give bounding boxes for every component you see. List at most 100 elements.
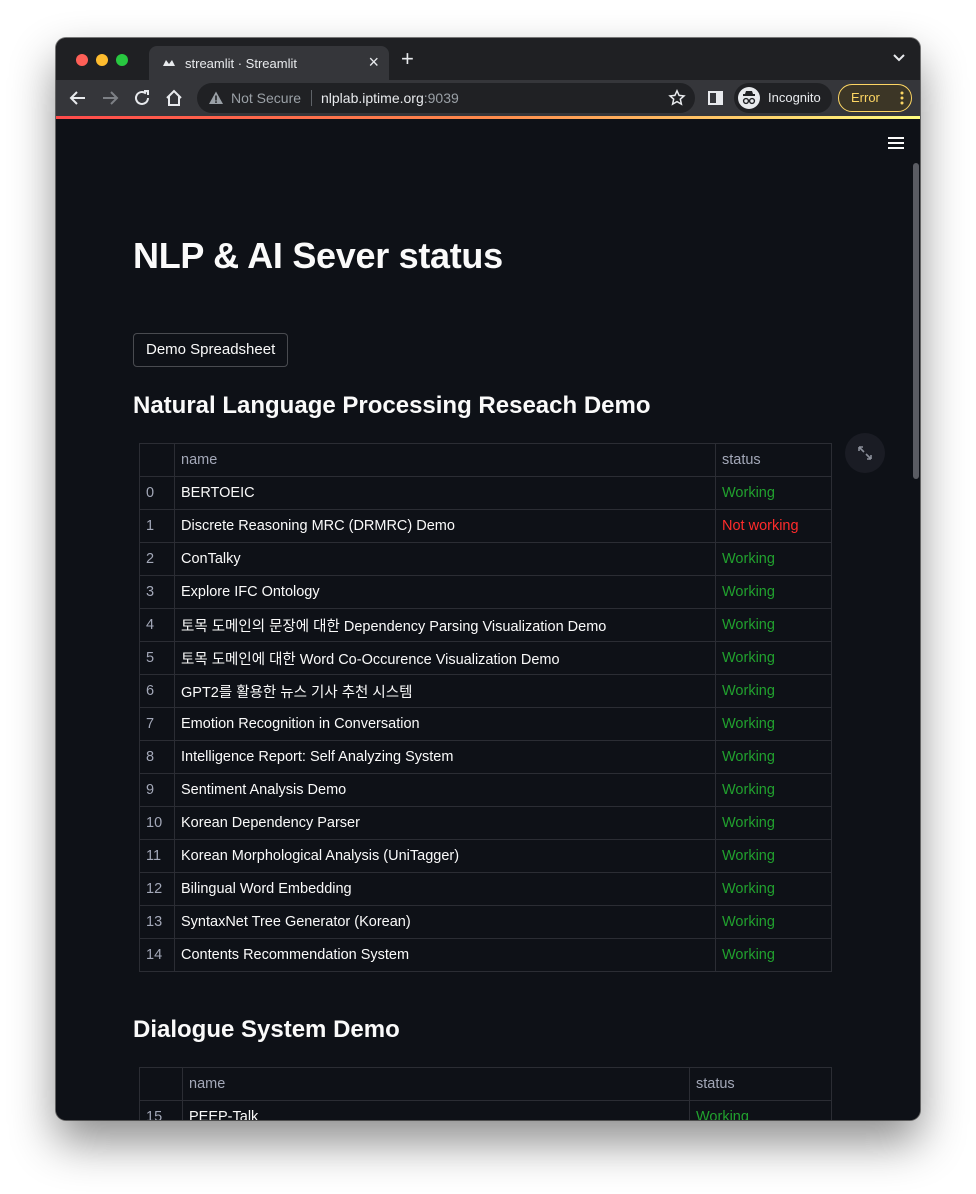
back-arrow-icon[interactable] bbox=[68, 88, 88, 108]
row-index[interactable]: 4 bbox=[139, 608, 175, 642]
demo-name-cell[interactable]: Sentiment Analysis Demo bbox=[174, 773, 716, 807]
status-cell[interactable]: Working bbox=[689, 1100, 832, 1120]
name-column-header[interactable]: name bbox=[174, 443, 716, 477]
status-column-header[interactable]: status bbox=[689, 1067, 832, 1101]
minimize-window-button[interactable] bbox=[96, 54, 108, 66]
demo-name-cell[interactable]: Korean Morphological Analysis (UniTagger… bbox=[174, 839, 716, 873]
row-index[interactable]: 2 bbox=[139, 542, 175, 576]
table-row[interactable]: 10 Korean Dependency Parser Working bbox=[139, 806, 832, 840]
page-title: NLP & AI Sever status bbox=[133, 235, 503, 276]
reload-icon[interactable] bbox=[132, 88, 152, 108]
table-row[interactable]: 4 토목 도메인의 문장에 대한 Dependency Parsing Visua… bbox=[139, 608, 832, 642]
status-cell[interactable]: Not working bbox=[715, 509, 832, 543]
dialogue-demo-table[interactable]: namestatus15PEEP-TalkWorking16Cosmetic R… bbox=[139, 1067, 832, 1120]
row-index[interactable]: 1 bbox=[139, 509, 175, 543]
table-row[interactable]: 6 GPT2를 활용한 뉴스 기사 추천 시스템 Working bbox=[139, 674, 832, 708]
address-bar[interactable]: Not Secure nlplab.iptime.org:9039 bbox=[197, 83, 695, 113]
table-row[interactable]: 5 토목 도메인에 대한 Word Co-Occurence Visualizat… bbox=[139, 641, 832, 675]
profile-error-button[interactable]: Error bbox=[838, 84, 912, 112]
tab-title: streamlit · Streamlit bbox=[185, 56, 297, 71]
table-row[interactable]: 12 Bilingual Word Embedding Working bbox=[139, 872, 832, 906]
status-cell[interactable]: Working bbox=[715, 938, 832, 972]
row-index[interactable]: 8 bbox=[139, 740, 175, 774]
demo-name-cell[interactable]: PEEP-Talk bbox=[182, 1100, 690, 1120]
forward-arrow-icon[interactable] bbox=[100, 88, 120, 108]
demo-name-cell[interactable]: 토목 도메인의 문장에 대한 Dependency Parsing Visual… bbox=[174, 608, 716, 642]
demo-name-cell[interactable]: Intelligence Report: Self Analyzing Syst… bbox=[174, 740, 716, 774]
table-row[interactable]: 2 ConTalky Working bbox=[139, 542, 832, 576]
index-column-header[interactable] bbox=[139, 443, 175, 477]
nlp-demo-table[interactable]: name status 0 BERTOEIC Working 1 Discrete Reas… bbox=[139, 443, 832, 972]
demo-name-cell[interactable]: Discrete Reasoning MRC (DRMRC) Demo bbox=[174, 509, 716, 543]
table-row[interactable]: 11 Korean Morphological Analysis (UniTagg… bbox=[139, 839, 832, 873]
table-row[interactable]: 9 Sentiment Analysis Demo Working bbox=[139, 773, 832, 807]
tab-bar: streamlit · Streamlit × + bbox=[56, 38, 920, 80]
status-cell[interactable]: Working bbox=[715, 773, 832, 807]
status-cell[interactable]: Working bbox=[715, 740, 832, 774]
demo-name-cell[interactable]: Bilingual Word Embedding bbox=[174, 872, 716, 906]
demo-name-cell[interactable]: GPT2를 활용한 뉴스 기사 추천 시스템 bbox=[174, 674, 716, 708]
scrollbar[interactable] bbox=[913, 163, 919, 479]
demo-name-cell[interactable]: Emotion Recognition in Conversation bbox=[174, 707, 716, 741]
row-index[interactable]: 5 bbox=[139, 641, 175, 675]
demo-name-cell[interactable]: BERTOEIC bbox=[174, 476, 716, 510]
demo-name-cell[interactable]: SyntaxNet Tree Generator (Korean) bbox=[174, 905, 716, 939]
status-cell[interactable]: Working bbox=[715, 476, 832, 510]
index-column-header[interactable] bbox=[139, 1067, 183, 1101]
tab-close-icon[interactable]: × bbox=[368, 52, 379, 72]
status-cell[interactable]: Working bbox=[715, 707, 832, 741]
status-cell[interactable]: Working bbox=[715, 542, 832, 576]
status-cell[interactable]: Working bbox=[715, 905, 832, 939]
table-row[interactable]: 3 Explore IFC Ontology Working bbox=[139, 575, 832, 609]
table-row[interactable]: 0 BERTOEIC Working bbox=[139, 476, 832, 510]
demo-name-cell[interactable]: Korean Dependency Parser bbox=[174, 806, 716, 840]
status-cell[interactable]: Working bbox=[715, 608, 832, 642]
status-cell[interactable]: Working bbox=[715, 641, 832, 675]
status-cell[interactable]: Working bbox=[715, 674, 832, 708]
table-row[interactable]: 8 Intelligence Report: Self Analyzing Sys… bbox=[139, 740, 832, 774]
row-index[interactable]: 6 bbox=[139, 674, 175, 708]
table-row[interactable]: 14 Contents Recommendation System Working bbox=[139, 938, 832, 972]
side-panel-icon[interactable] bbox=[708, 91, 723, 105]
tab-search-chevron-icon[interactable] bbox=[892, 53, 906, 63]
fullscreen-button[interactable] bbox=[845, 433, 885, 473]
demo-spreadsheet-button[interactable]: Demo Spreadsheet bbox=[133, 333, 289, 367]
table-row[interactable]: 13 SyntaxNet Tree Generator (Korean) Worki… bbox=[139, 905, 832, 939]
row-index[interactable]: 15 bbox=[139, 1100, 183, 1120]
status-column-header[interactable]: status bbox=[715, 443, 832, 477]
row-index[interactable]: 3 bbox=[139, 575, 175, 609]
url-text[interactable]: nlplab.iptime.org:9039 bbox=[321, 90, 459, 106]
row-index[interactable]: 11 bbox=[139, 839, 175, 873]
browser-tab[interactable]: streamlit · Streamlit × bbox=[149, 46, 389, 80]
row-index[interactable]: 10 bbox=[139, 806, 175, 840]
more-vert-icon bbox=[900, 91, 904, 105]
home-icon[interactable] bbox=[164, 88, 184, 108]
demo-name-cell[interactable]: ConTalky bbox=[174, 542, 716, 576]
table-row[interactable]: 1 Discrete Reasoning MRC (DRMRC) Demo Not … bbox=[139, 509, 832, 543]
row-index[interactable]: 7 bbox=[139, 707, 175, 741]
row-index[interactable]: 12 bbox=[139, 872, 175, 906]
streamlit-app: NLP & AI Sever status Demo Spreadsheet N… bbox=[56, 119, 920, 1120]
demo-name-cell[interactable]: Contents Recommendation System bbox=[174, 938, 716, 972]
name-column-header[interactable]: name bbox=[182, 1067, 690, 1101]
demo-name-cell[interactable]: 토목 도메인에 대한 Word Co-Occurence Visualizati… bbox=[174, 641, 716, 675]
incognito-indicator[interactable]: Incognito bbox=[734, 83, 832, 113]
warning-icon[interactable] bbox=[208, 90, 224, 106]
maximize-window-button[interactable] bbox=[116, 54, 128, 66]
bookmark-star-icon[interactable] bbox=[668, 89, 686, 107]
close-window-button[interactable] bbox=[76, 54, 88, 66]
row-index[interactable]: 9 bbox=[139, 773, 175, 807]
table-row[interactable]: 15 PEEP-Talk Working bbox=[139, 1100, 832, 1120]
row-index[interactable]: 13 bbox=[139, 905, 175, 939]
row-index[interactable]: 0 bbox=[139, 476, 175, 510]
table-row[interactable]: 7 Emotion Recognition in Conversation Work… bbox=[139, 707, 832, 741]
row-index[interactable]: 14 bbox=[139, 938, 175, 972]
hamburger-menu-icon[interactable] bbox=[888, 136, 904, 150]
status-cell[interactable]: Working bbox=[715, 575, 832, 609]
new-tab-icon[interactable]: + bbox=[401, 48, 414, 70]
demo-name-cell[interactable]: Explore IFC Ontology bbox=[174, 575, 716, 609]
status-cell[interactable]: Working bbox=[715, 872, 832, 906]
url-port: :9039 bbox=[423, 90, 459, 106]
status-cell[interactable]: Working bbox=[715, 839, 832, 873]
status-cell[interactable]: Working bbox=[715, 806, 832, 840]
